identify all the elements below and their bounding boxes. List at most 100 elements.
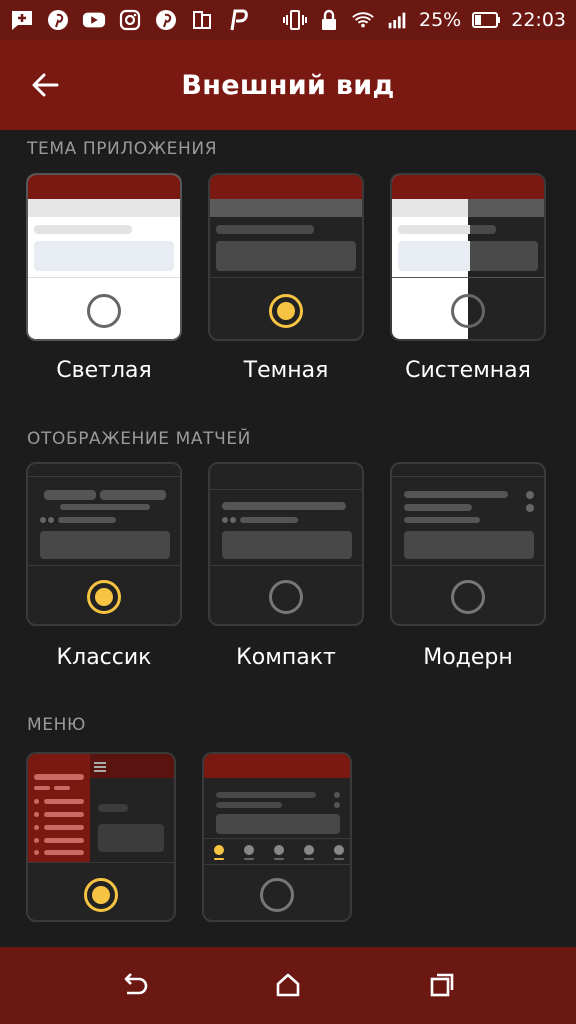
tab-dot: [334, 845, 344, 855]
preview-line: [58, 517, 116, 523]
preview-line: [44, 490, 96, 500]
battery-percent: 25%: [419, 9, 462, 31]
message-plus-icon: [10, 8, 34, 32]
preview-toolbar-light: [392, 199, 468, 217]
preview-line: [216, 792, 316, 798]
tab-dot: [304, 845, 314, 855]
preview-line: [44, 799, 84, 804]
signal-icon: [385, 8, 409, 32]
preview-line: [54, 786, 70, 790]
preview-divider: [392, 565, 544, 566]
lock-icon: [317, 8, 341, 32]
preview-header: [204, 754, 350, 778]
preview-dot: [230, 517, 236, 523]
preview-line: [214, 858, 224, 860]
preview-toolbar: [210, 199, 362, 217]
instagram-icon: [118, 8, 142, 32]
preview-line: [404, 504, 472, 511]
preview-line: [404, 491, 508, 498]
preview-line: [404, 517, 480, 523]
preview-divider: [204, 864, 350, 865]
theme-label-system: Системная: [405, 358, 531, 383]
theme-section-label: ТЕМА ПРИЛОЖЕНИЯ: [27, 139, 218, 159]
preview-divider: [210, 277, 362, 278]
preview-divider: [28, 277, 180, 278]
theme-card-dark[interactable]: [208, 173, 364, 341]
preview-block: [98, 824, 164, 852]
preview-block: [216, 241, 356, 271]
theme-card-light[interactable]: [26, 173, 182, 341]
tab-dot: [274, 845, 284, 855]
preview-block: [222, 531, 352, 559]
nav-back-button[interactable]: [114, 965, 154, 1005]
preview-block: [34, 241, 174, 271]
youtube-icon: [82, 8, 106, 32]
preview-dot: [34, 825, 39, 830]
preview-dot: [334, 802, 340, 808]
recents-icon: [430, 973, 454, 997]
preview-divider: [210, 489, 362, 490]
radio-classic[interactable]: [87, 580, 121, 614]
preview-divider: [210, 565, 362, 566]
menu-section-label: МЕНЮ: [27, 715, 86, 735]
preview-line: [44, 825, 84, 830]
preview-block: [398, 241, 470, 271]
preview-line: [244, 858, 254, 860]
matches-card-modern[interactable]: [390, 462, 546, 626]
preview-dot: [526, 491, 534, 499]
radio-compact[interactable]: [269, 580, 303, 614]
preview-line: [60, 504, 150, 510]
preview-dot: [34, 799, 39, 804]
matches-label-compact: Компакт: [236, 645, 336, 670]
menu-card-bottom-tabs[interactable]: [202, 752, 352, 922]
preview-line: [34, 225, 132, 234]
preview-block: [470, 241, 538, 271]
preview-block: [216, 814, 340, 834]
radio-modern[interactable]: [451, 580, 485, 614]
preview-block: [40, 531, 170, 559]
preview-dot: [222, 517, 228, 523]
preview-toolbar-dark: [468, 199, 544, 217]
preview-line: [470, 225, 496, 234]
preview-header: [28, 175, 180, 199]
radio-dark[interactable]: [269, 294, 303, 328]
back-button[interactable]: [22, 62, 68, 108]
theme-card-system[interactable]: [390, 173, 546, 341]
matches-card-classic[interactable]: [26, 462, 182, 626]
matches-card-compact[interactable]: [208, 462, 364, 626]
preview-line: [274, 858, 284, 860]
preview-divider: [392, 476, 544, 477]
preview-line: [398, 225, 470, 234]
preview-divider: [392, 277, 544, 278]
preview-line: [216, 225, 314, 234]
nav-recents-button[interactable]: [422, 965, 462, 1005]
menu-card-sidebar[interactable]: [26, 752, 176, 922]
app-bar: Внешний вид: [0, 40, 576, 130]
radio-menu-bottom-tabs[interactable]: [260, 878, 294, 912]
preview-header: [210, 175, 362, 199]
clock: 22:03: [511, 9, 566, 31]
hamburger-icon: [94, 762, 106, 764]
preview-line: [34, 786, 50, 790]
radio-light[interactable]: [87, 294, 121, 328]
page-title: Внешний вид: [181, 69, 395, 101]
preview-line: [98, 804, 128, 812]
nav-home-button[interactable]: [268, 965, 308, 1005]
p-app-icon: [226, 8, 250, 32]
preview-dot: [526, 504, 534, 512]
back-icon: [124, 973, 148, 995]
preview-line: [44, 812, 84, 817]
radio-menu-sidebar[interactable]: [84, 878, 118, 912]
radio-system[interactable]: [451, 294, 485, 328]
preview-dot: [48, 517, 54, 523]
pinterest-icon: [46, 8, 70, 32]
preview-line: [216, 802, 282, 808]
status-bar: 25% 22:03: [0, 0, 576, 40]
preview-line: [222, 502, 346, 510]
theme-label-light: Светлая: [56, 358, 152, 383]
preview-block: [404, 531, 534, 559]
preview-line: [100, 490, 166, 500]
navigation-bar: [0, 947, 576, 1024]
preview-line: [44, 838, 84, 843]
preview-line: [44, 850, 84, 855]
